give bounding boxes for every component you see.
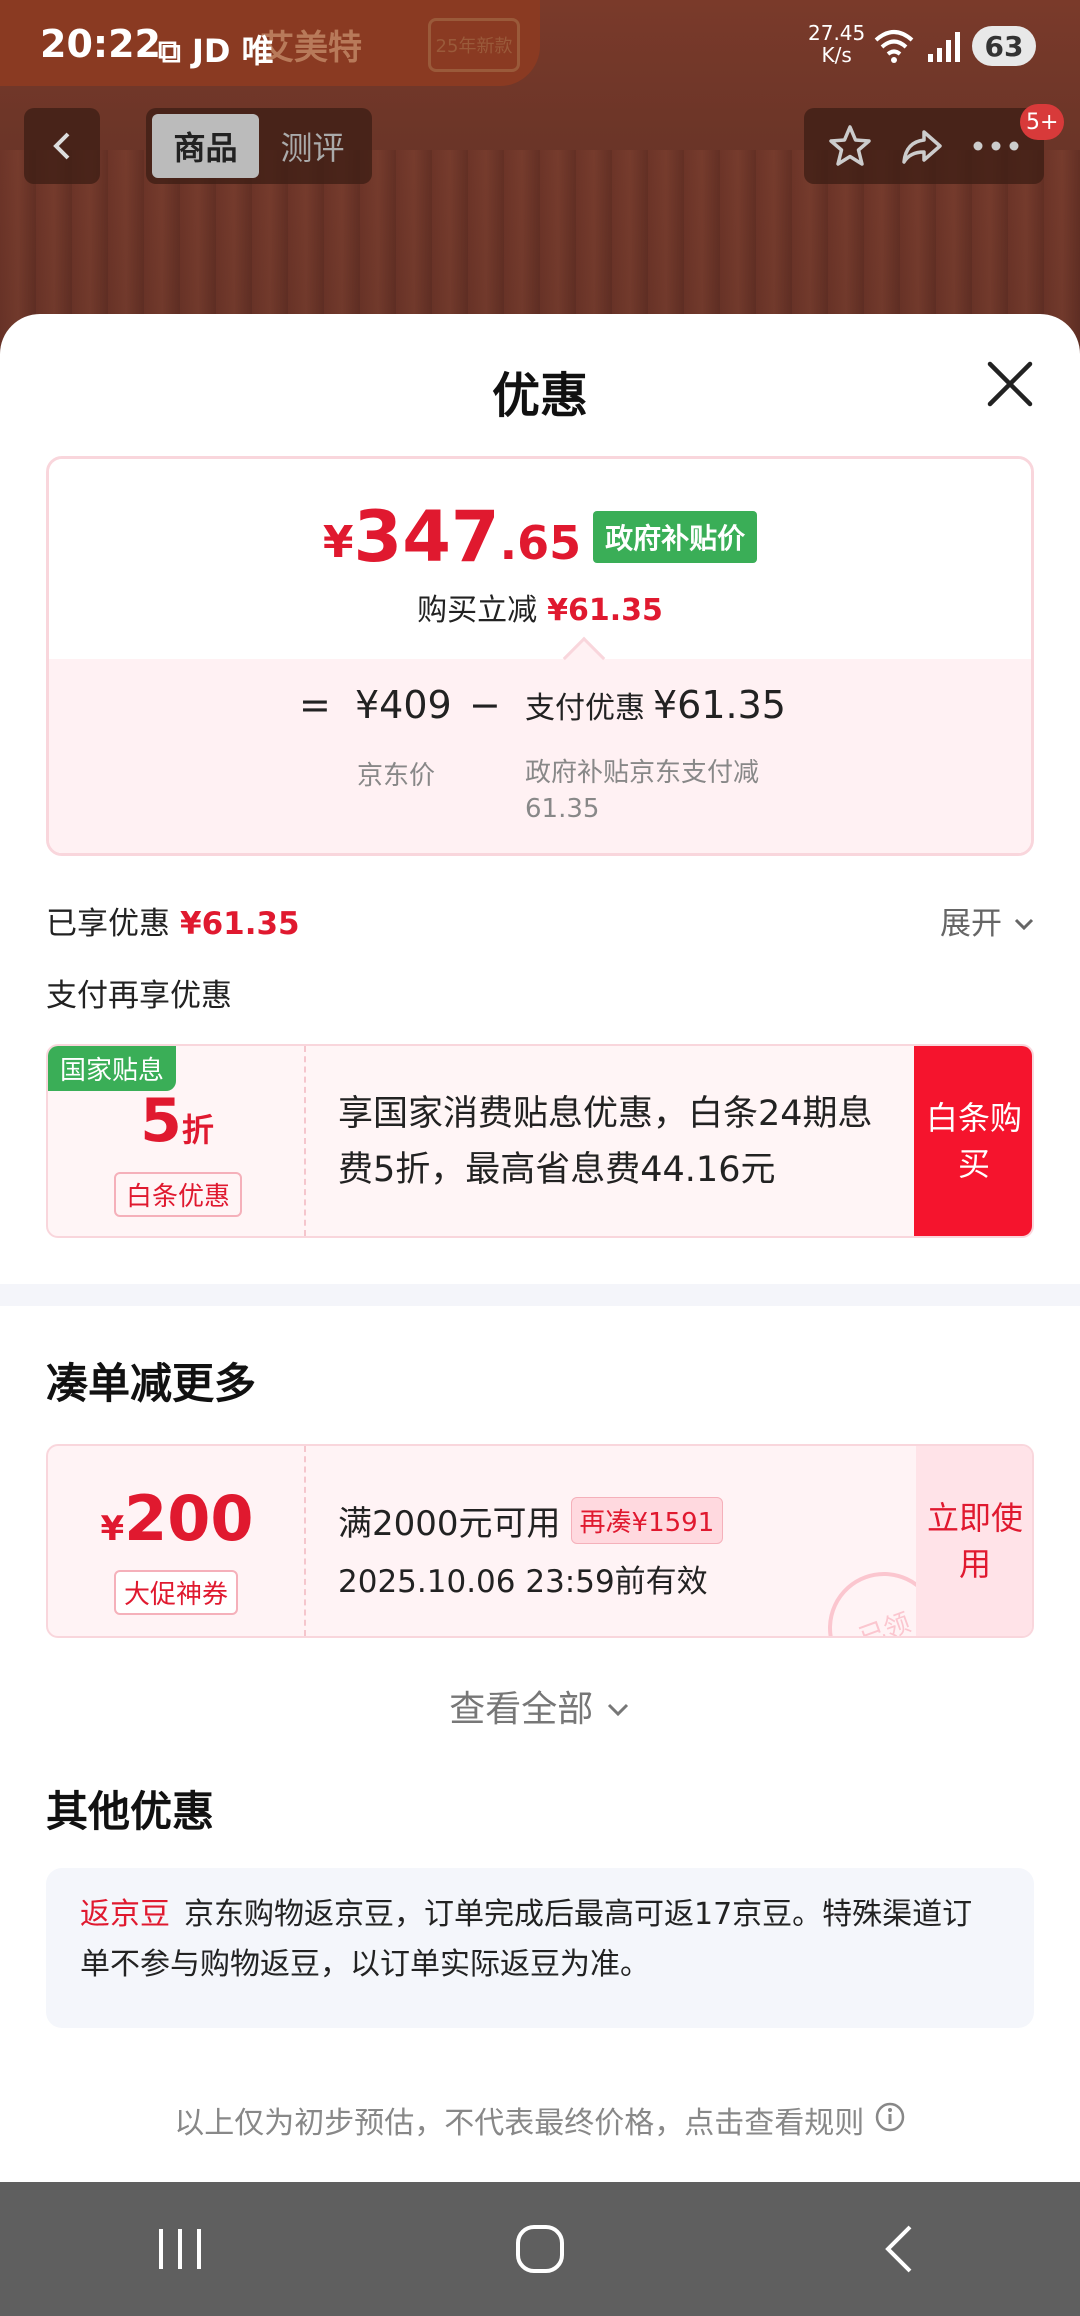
baitiao-offer-text: 享国家消费贴息优惠，白条24期息费5折，最高省息费44.16元 [338,1094,873,1190]
use-coupon-button[interactable]: 立即使用 [916,1446,1032,1636]
price-decimal: .65 [499,516,582,570]
baitiao-label: 白条优惠 [114,1172,243,1217]
baitiao-offer-card: 5折 白条优惠 国家贴息 享国家消费贴息优惠，白条24期息费5折，最高省息费44… [46,1044,1034,1238]
back-arrow-icon [53,132,70,160]
system-back-button[interactable] [820,2199,980,2299]
bundle-section-title: 凑单减更多 [46,1359,257,1408]
jd-price: ¥409 [355,683,452,727]
price-breakdown-card: ¥ 347 .65 政府补贴价 购买立减 ¥61.35 = ¥409 − 支付优惠… [46,456,1034,856]
baitiao-buy-button[interactable]: 白条购买 [914,1046,1032,1236]
network-speed-unit: K/s [821,43,852,67]
expand-label: 展开 [940,906,1002,942]
final-price-section: ¥ 347 .65 政府补贴价 购买立减 ¥61.35 [49,459,1031,659]
jingdou-rebate-box: 返京豆 京东购物返京豆，订单完成后最高可返17京豆。特殊渠道订单不参与购物返豆，以… [46,1868,1034,2028]
share-icon[interactable] [898,122,946,170]
coupon-currency: ¥ [100,1509,125,1549]
sheet-title: 优惠 [491,368,588,424]
pay-discount: 支付优惠 ¥61.35 [525,683,786,727]
national-subsidy-tag: 国家贴息 [48,1046,177,1091]
signal-5g-icon [928,32,960,62]
price-currency: ¥ [322,517,354,568]
tab-product[interactable]: 商品 [152,114,259,178]
enjoyed-discount-value: ¥61.35 [180,906,300,942]
coupon-validity: 2025.10.06 23:59前有效 [338,1564,708,1600]
rules-note-text: 以上仅为初步预估，不代表最终价格，点击查看规则 [174,2106,865,2141]
screenshot-icon: ⧉ [158,32,181,70]
battery-indicator: 63 [972,26,1036,66]
coupon-left: ¥200 大促神券 [48,1446,306,1636]
tab-review[interactable]: 测评 [259,114,366,178]
coupon-amount: ¥200 [48,1482,306,1555]
coupon-condition-text: 满2000元可用 [338,1504,561,1544]
more-menu-icon[interactable] [970,122,1022,170]
enjoyed-discount: 已享优惠 ¥61.35 [46,898,300,943]
coupon-condition: 满2000元可用 再凑¥1591 [338,1496,724,1545]
message-count-badge: 5+ [1020,104,1065,140]
jd-price-caption: 京东价 [357,761,436,791]
enjoyed-discount-label: 已享优惠 [46,906,170,942]
info-icon [875,2102,905,2132]
network-speed: 27.45 K/s [808,22,865,66]
coupon-card: ¥200 大促神券 满2000元可用 再凑¥1591 2025.10.06 23… [46,1444,1034,1638]
gov-subsidy-price-tag: 政府补贴价 [593,511,758,563]
system-navigation-bar [0,2182,1080,2316]
pay-discount-caption: 政府补贴京东支付减61.35 [525,758,760,824]
final-price: ¥ 347 .65 政府补贴价 [49,501,1031,573]
baitiao-discount-unit: 折 [181,1111,214,1149]
coupon-value: 200 [124,1482,254,1555]
discount-sheet: 优惠 ¥ 347 .65 政府补贴价 购买立减 ¥61.35 = ¥409 − [0,314,1080,2182]
instant-discount-value: ¥61.35 [547,593,663,628]
formula-equals: = [299,683,331,727]
baitiao-discount-num: 5 [140,1086,182,1156]
view-all-button[interactable]: 查看全部 [0,1680,1080,1732]
home-icon [516,2225,564,2273]
recent-apps-icon [159,2229,201,2269]
coupon-gap-tag: 再凑¥1591 [570,1497,724,1544]
back-button[interactable] [24,108,100,184]
instant-discount: 购买立减 ¥61.35 [49,585,1031,629]
pay-discount-value: ¥61.35 [653,683,786,727]
expand-button[interactable]: 展开 [940,898,1036,943]
rules-note[interactable]: 以上仅为初步预估，不代表最终价格，点击查看规则 [0,2098,1080,2142]
nav-actions [804,108,1044,184]
back-icon [885,2225,912,2273]
other-section-title: 其他优惠 [46,1787,215,1836]
instant-discount-label: 购买立减 [417,593,538,628]
pay-discount-label: 支付优惠 [525,691,645,726]
jingdou-tag: 返京豆 [80,1897,170,1932]
home-button[interactable] [460,2199,620,2299]
pay-more-heading: 支付再享优惠 [46,978,232,1014]
status-time: 20:22 [40,22,161,66]
price-formula-section: = ¥409 − 支付优惠 ¥61.35 京东价 政府补贴京东支付减61.35 [49,636,1031,853]
formula-minus: − [469,683,501,727]
product-tabs: 商品 测评 [146,108,372,184]
close-button[interactable] [980,354,1040,414]
section-divider [0,1284,1080,1306]
chevron-down-icon [1014,918,1033,931]
status-bar: 20:22 ⧉ JD 唯 27.45 K/s 63 [0,0,1080,92]
coupon-type-label: 大促神券 [114,1570,239,1615]
status-extra-text: JD 唯 [192,32,274,70]
chevron-down-icon [607,1703,628,1717]
wifi-icon [874,30,914,63]
status-notification-icons: ⧉ JD 唯 [158,26,274,72]
price-integer: 347 [353,496,500,578]
favorite-star-icon[interactable] [826,122,874,170]
recent-apps-button[interactable] [100,2199,260,2299]
baitiao-discount: 5折 [48,1086,306,1156]
view-all-label: 查看全部 [449,1689,594,1730]
jingdou-text: 京东购物返京豆，订单完成后最高可返17京豆。特殊渠道订单不参与购物返豆，以订单实… [80,1897,973,1982]
network-speed-value: 27.45 [808,21,866,45]
close-icon [987,361,1033,407]
